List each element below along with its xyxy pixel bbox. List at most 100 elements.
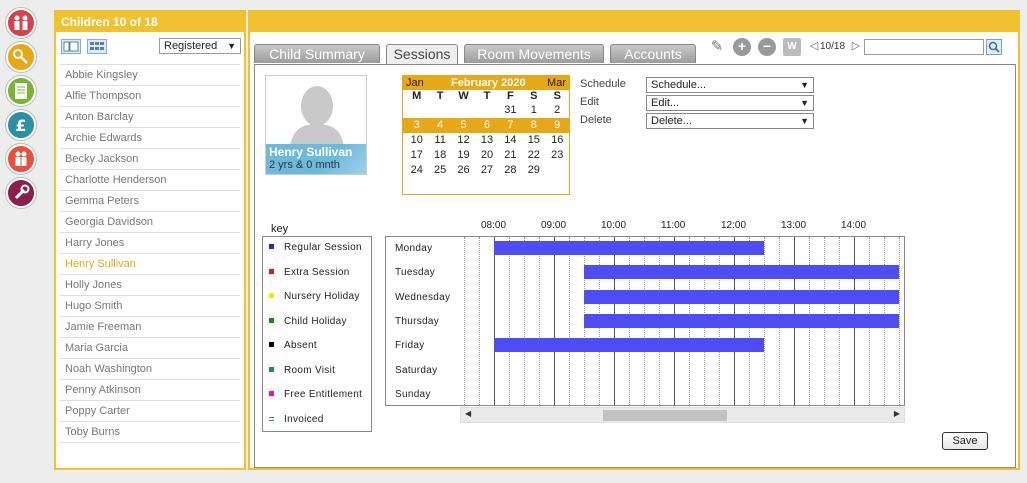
scroll-left-icon[interactable]: ◀ [465,409,471,418]
calendar-day[interactable]: 17 [405,149,428,162]
pound-icon[interactable]: £ [6,110,36,140]
list-item[interactable]: Maria Garcia [60,338,240,359]
family-icon[interactable] [6,8,36,38]
chevron-down-icon: ▼ [800,98,809,108]
remove-icon[interactable]: − [758,38,776,56]
calendar-day[interactable]: 5 [452,119,475,132]
list-item[interactable]: Jamie Freeman [60,317,240,338]
list-item[interactable]: Charlotte Henderson [60,170,240,191]
list-item[interactable]: Holly Jones [60,275,240,296]
list-item[interactable]: Henry Sullivan [60,254,240,275]
delete-select[interactable]: Delete... ▼ [646,113,814,129]
next-record-icon[interactable]: ▷ [847,38,865,56]
calendar-day[interactable]: 26 [452,164,475,177]
calendar-day[interactable]: 10 [405,134,428,147]
schedule-select[interactable]: Schedule... ▼ [646,77,814,93]
list-item[interactable]: Georgia Davidson [60,212,240,233]
calendar-day[interactable]: 16 [546,134,569,147]
session-bar[interactable] [584,313,899,328]
calendar-day[interactable]: 8 [522,119,545,132]
key-label: Absent [284,340,317,351]
horizontal-scrollbar[interactable]: ◀ ▶ [460,407,905,423]
edit-select[interactable]: Edit... ▼ [646,95,814,111]
tab-child-summary[interactable]: Child Summary [254,44,380,63]
calendar-day[interactable]: 13 [475,134,498,147]
add-icon[interactable]: + [733,38,751,56]
scroll-right-icon[interactable]: ▶ [894,409,900,418]
list-item[interactable]: Gemma Peters [60,191,240,212]
list-item[interactable]: Noah Washington [60,359,240,380]
tab-room-movements[interactable]: Room Movements [464,44,604,63]
calendar-day[interactable]: 18 [428,149,451,162]
calendar-day[interactable]: 14 [499,134,522,147]
calendar-day[interactable]: 25 [428,164,451,177]
child-photo: Henry Sullivan 2 yrs & 0 mnth [265,75,367,175]
weekday-header: M [412,90,422,102]
calendar-day[interactable]: 23 [546,149,569,162]
calendar-day[interactable]: 6 [475,119,498,132]
list-item[interactable]: Poppy Carter [60,401,240,422]
calendar-day[interactable]: 2 [546,104,569,117]
edit-label: Edit [580,96,599,108]
calendar-day[interactable]: 3 [405,119,428,132]
key-label: Room Visit [284,364,336,376]
tab-accounts[interactable]: Accounts [610,44,696,63]
pencil-icon[interactable]: ✎ [708,38,726,56]
prev-month-link[interactable]: Jan [406,76,424,90]
session-bar[interactable] [494,338,764,353]
calendar-day[interactable]: 9 [546,119,569,132]
tab-sessions[interactable]: Sessions [386,44,458,64]
calendar-day[interactable]: 31 [499,104,522,117]
session-bar[interactable] [584,265,899,280]
calendar-day[interactable]: 19 [452,149,475,162]
grid-view-icon[interactable] [87,39,107,54]
calendar-day[interactable]: 7 [499,119,522,132]
calendar-day[interactable]: 20 [475,149,498,162]
list-item[interactable]: Abbie Kingsley [60,65,240,86]
calendar-day[interactable]: 22 [522,149,545,162]
quarter-gridline [899,237,900,405]
schedule-select-value: Schedule... [651,79,707,91]
document-icon[interactable]: W [783,38,801,56]
list-item[interactable]: Harry Jones [60,233,240,254]
rattle-icon[interactable] [6,42,36,72]
calendar-day[interactable]: 24 [405,164,428,177]
key-swatch-icon [269,366,274,372]
list-item[interactable]: Alfie Thompson [60,86,240,107]
list-item[interactable]: Penny Atkinson [60,380,240,401]
calendar-day[interactable]: 11 [428,134,451,147]
key-item: Regular Session [269,242,362,254]
key-item: Room Visit [269,365,335,377]
next-month-link[interactable]: Mar [547,76,566,90]
key-swatch-icon [269,342,274,347]
list-item[interactable]: Toby Burns [60,422,240,443]
list-item[interactable]: Hugo Smith [60,296,240,317]
calendar-day[interactable]: 28 [499,164,522,177]
scrollbar-thumb[interactable] [603,410,727,421]
hour-gridline [554,237,555,405]
children-title: Children 10 of 18 [56,12,244,32]
wrench-icon[interactable] [6,178,36,208]
list-view-icon[interactable] [61,39,81,54]
key-title: key [271,223,289,235]
staff-icon[interactable] [6,144,36,174]
list-item[interactable]: Becky Jackson [60,149,240,170]
calendar-day[interactable]: 1 [522,104,545,117]
calendar-day[interactable]: 12 [452,134,475,147]
session-bar[interactable] [584,289,899,304]
list-item[interactable]: Anton Barclay [60,107,240,128]
calendar-day[interactable]: 21 [499,149,522,162]
calendar-week: 24 25 26 27 28 29 [403,163,569,178]
status-filter-select[interactable]: Registered ▼ [159,38,241,54]
calendar-day[interactable]: 27 [475,164,498,177]
save-button[interactable]: Save [942,432,988,450]
calendar-day[interactable]: 29 [522,164,545,177]
list-item[interactable]: Archie Edwards [60,128,240,149]
search-input[interactable] [864,39,984,55]
search-icon[interactable] [986,39,1002,55]
key-swatch-icon [269,317,274,323]
calendar-day[interactable]: 4 [428,119,451,132]
calendar-day[interactable]: 15 [522,134,545,147]
session-bar[interactable] [494,241,764,255]
register-icon[interactable] [6,76,36,106]
